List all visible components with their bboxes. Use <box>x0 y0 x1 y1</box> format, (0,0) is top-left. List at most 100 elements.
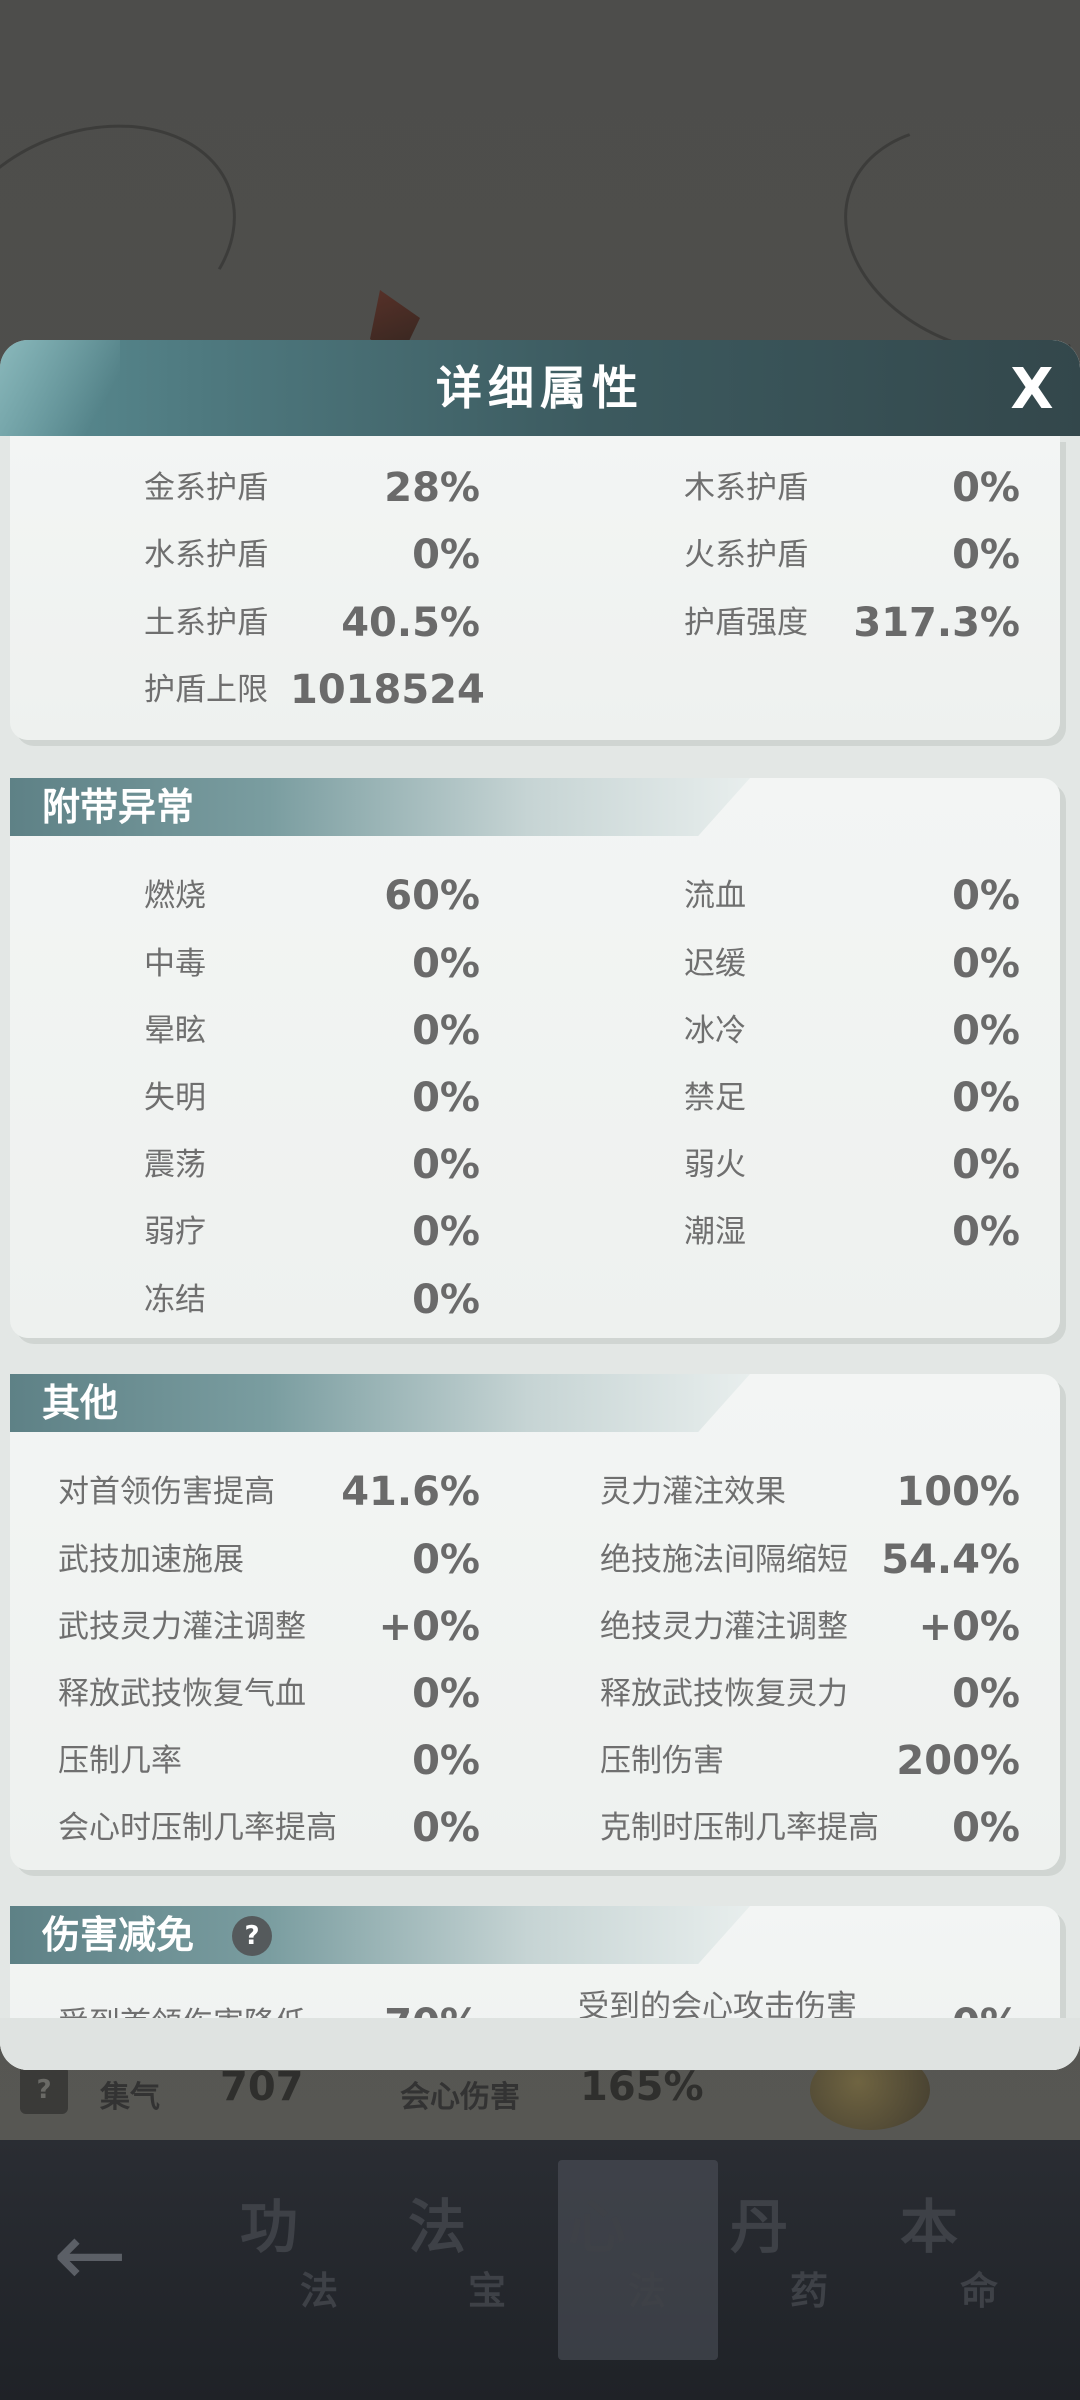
attr-value: 0% <box>952 1805 1020 1851</box>
attr-row: 中毒 0% 迟缓 0% <box>10 934 1060 994</box>
shield-card: 金系护盾 28% 木系护盾 0% 水系护盾 0% 火系护盾 0% 土系护盾 40… <box>10 436 1060 740</box>
nav-tab-label: 法 <box>408 2193 467 2261</box>
section-title: 伤害减免 <box>42 1912 195 1957</box>
attr-value: 100% <box>896 1469 1020 1515</box>
attr-label: 晕眩 <box>144 1013 206 1049</box>
attr-label: 失明 <box>144 1080 206 1116</box>
attr-label: 克制时压制几率提高 <box>600 1810 879 1846</box>
nav-tab-label: 本 <box>900 2193 959 2261</box>
section-header: 附带异常 <box>10 778 750 836</box>
attr-value: 40.5% <box>341 600 480 646</box>
attr-value: 0% <box>952 1671 1020 1717</box>
attr-value: +0% <box>378 1604 480 1650</box>
attr-label: 燃烧 <box>144 878 206 914</box>
detail-attributes-modal: 详细属性 X 金系护盾 28% 木系护盾 0% 水系护盾 0% 火系护盾 0% … <box>0 340 1080 2070</box>
stat-value-energy: 707 <box>220 2064 304 2110</box>
attr-row: 对首领伤害提高 41.6% 灵力灌注效果 100% <box>10 1462 1060 1522</box>
attr-value: 0% <box>952 465 1020 511</box>
modal-bottom-edge <box>0 2018 1080 2070</box>
attr-label: 潮湿 <box>684 1214 746 1250</box>
attr-row: 弱疗 0% 潮湿 0% <box>10 1202 1060 1262</box>
other-attributes-card: 其他 对首领伤害提高 41.6% 灵力灌注效果 100% 武技加速施展 0% 绝… <box>10 1374 1060 1870</box>
attr-value: 0% <box>952 532 1020 578</box>
nav-tab-benming[interactable]: 本 命 <box>890 2160 1050 2360</box>
attr-label: 释放武技恢复气血 <box>58 1676 306 1712</box>
attr-value: 0% <box>412 1738 480 1784</box>
attr-row: 压制几率 0% 压制伤害 200% <box>10 1731 1060 1791</box>
attr-value: 0% <box>952 1142 1020 1188</box>
nav-tab-xinfa[interactable]: 心 法 <box>558 2160 718 2360</box>
section-header: 伤害减免 ? <box>10 1906 750 1964</box>
attr-label: 冻结 <box>144 1282 206 1318</box>
attr-value: 0% <box>412 941 480 987</box>
attr-value: 0% <box>412 1209 480 1255</box>
close-button[interactable]: X <box>1000 358 1064 422</box>
nav-tab-sublabel: 法 <box>628 2268 667 2313</box>
nav-tab-gongfa[interactable]: 功 法 <box>230 2160 390 2360</box>
attr-label: 禁足 <box>684 1080 746 1116</box>
section-title: 附带异常 <box>42 784 195 829</box>
attr-value: 0% <box>412 1075 480 1121</box>
attr-label: 护盾强度 <box>684 605 808 641</box>
attr-row: 护盾上限 1018524 <box>10 660 1060 720</box>
attr-row: 土系护盾 40.5% 护盾强度 317.3% <box>10 593 1060 653</box>
attr-label: 会心时压制几率提高 <box>58 1810 337 1846</box>
attr-value: 0% <box>412 1537 480 1583</box>
attr-label: 金系护盾 <box>144 470 268 506</box>
attr-row: 武技灵力灌注调整 +0% 绝技灵力灌注调整 +0% <box>10 1597 1060 1657</box>
section-header: 其他 <box>10 1374 750 1432</box>
attr-value: 0% <box>412 1142 480 1188</box>
attr-value: 200% <box>896 1738 1020 1784</box>
nav-tab-sublabel: 药 <box>790 2268 829 2313</box>
modal-scroll-area[interactable]: 金系护盾 28% 木系护盾 0% 水系护盾 0% 火系护盾 0% 土系护盾 40… <box>0 436 1080 2070</box>
attr-label: 压制几率 <box>58 1743 182 1779</box>
nav-tab-fabao[interactable]: 法 宝 <box>398 2160 558 2360</box>
attr-value: 0% <box>952 1075 1020 1121</box>
attr-label: 绝技灵力灌注调整 <box>600 1609 848 1645</box>
attr-row: 释放武技恢复气血 0% 释放武技恢复灵力 0% <box>10 1664 1060 1724</box>
stat-label-crit-damage: 会心伤害 <box>400 2080 520 2115</box>
attr-row: 失明 0% 禁足 0% <box>10 1068 1060 1128</box>
nav-tab-sublabel: 命 <box>960 2268 999 2313</box>
help-icon[interactable]: ? <box>232 1916 272 1956</box>
attr-row: 金系护盾 28% 木系护盾 0% <box>10 458 1060 518</box>
attr-row: 冻结 0% <box>10 1270 1060 1330</box>
modal-title: 详细属性 <box>436 361 644 415</box>
attr-row: 震荡 0% 弱火 0% <box>10 1135 1060 1195</box>
attr-value: 0% <box>952 941 1020 987</box>
attr-label: 灵力灌注效果 <box>600 1474 786 1510</box>
attr-value: 0% <box>412 532 480 578</box>
bottom-nav: ← 功 法 法 宝 心 法 丹 药 本 命 <box>0 2140 1080 2400</box>
attr-value: +0% <box>918 1604 1020 1650</box>
section-title: 其他 <box>42 1380 119 1425</box>
back-arrow-icon[interactable]: ← <box>40 2190 140 2320</box>
attr-label: 火系护盾 <box>684 537 808 573</box>
attr-value: 41.6% <box>341 1469 480 1515</box>
attr-value: 0% <box>412 1277 480 1323</box>
attr-label: 释放武技恢复灵力 <box>600 1676 848 1712</box>
attr-value: 0% <box>412 1805 480 1851</box>
attr-value: 1018524 <box>290 667 485 713</box>
nav-tab-sublabel: 法 <box>300 2268 339 2313</box>
attr-label: 木系护盾 <box>684 470 808 506</box>
attr-label: 护盾上限 <box>144 672 268 708</box>
attr-label: 武技加速施展 <box>58 1542 244 1578</box>
attr-value: 28% <box>384 465 480 511</box>
attr-row: 燃烧 60% 流血 0% <box>10 866 1060 926</box>
attr-value: 0% <box>952 873 1020 919</box>
attr-row: 武技加速施展 0% 绝技施法间隔缩短 54.4% <box>10 1530 1060 1590</box>
attr-label: 压制伤害 <box>600 1743 724 1779</box>
attr-row: 会心时压制几率提高 0% 克制时压制几率提高 0% <box>10 1798 1060 1858</box>
nav-tab-danyao[interactable]: 丹 药 <box>720 2160 880 2360</box>
stat-value-crit-damage: 165% <box>580 2064 704 2110</box>
attr-label: 震荡 <box>144 1147 206 1183</box>
attr-label: 绝技施法间隔缩短 <box>600 1542 848 1578</box>
attr-row: 水系护盾 0% 火系护盾 0% <box>10 525 1060 585</box>
status-effects-card: 附带异常 燃烧 60% 流血 0% 中毒 0% 迟缓 0% 晕眩 0% 冰冷 0… <box>10 778 1060 1338</box>
attr-value: 317.3% <box>853 600 1020 646</box>
nav-tab-label: 丹 <box>730 2193 789 2261</box>
attr-value: 54.4% <box>881 1537 1020 1583</box>
attr-label: 对首领伤害提高 <box>58 1474 275 1510</box>
attr-label: 流血 <box>684 878 746 914</box>
stat-label-energy: 集气 <box>100 2080 160 2115</box>
